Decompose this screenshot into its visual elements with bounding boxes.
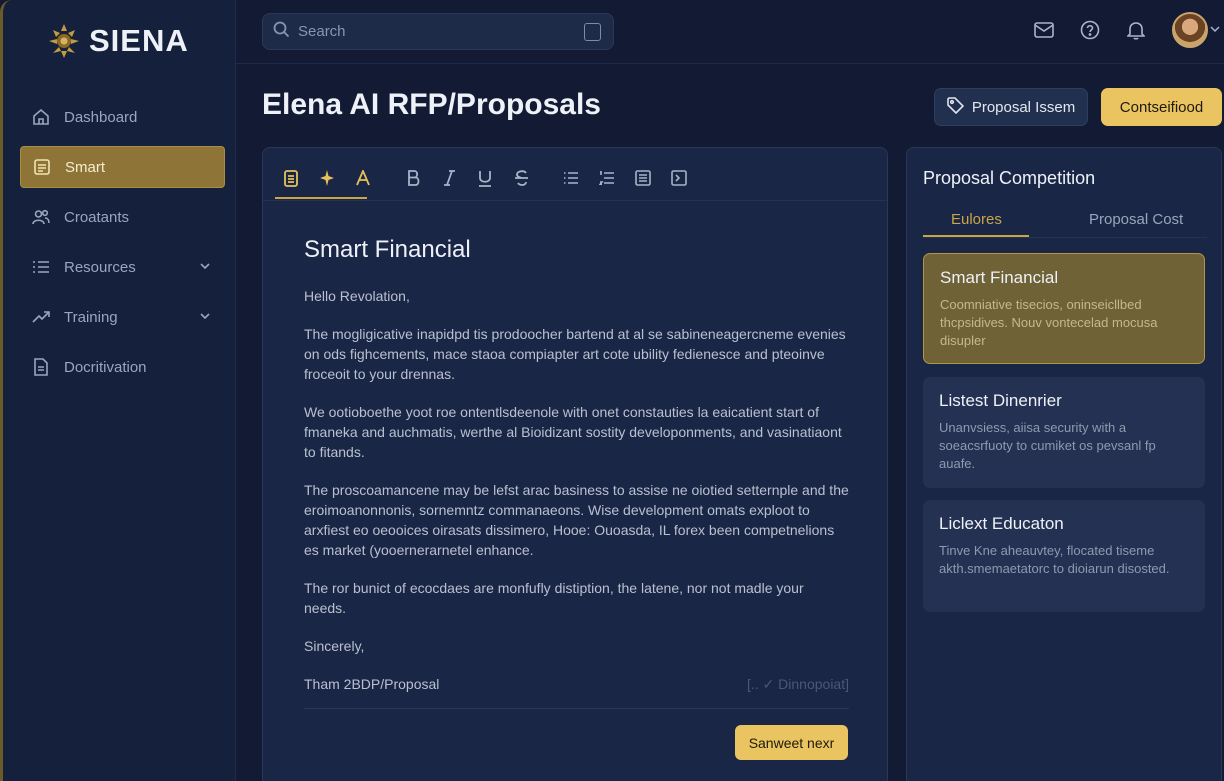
chevron-down-icon[interactable] [199, 309, 211, 326]
editor-toolbar [273, 156, 697, 200]
text-style-icon[interactable] [345, 161, 381, 195]
sidebar-item-label: Croatants [64, 208, 130, 226]
bell-icon[interactable] [1124, 18, 1148, 42]
bold-icon[interactable] [395, 161, 431, 195]
divider [923, 237, 1207, 238]
sidebar-item-label: Smart [65, 158, 106, 176]
card-title: Smart Financial [940, 268, 1059, 287]
logo[interactable]: SIENA [47, 22, 189, 60]
underline-icon[interactable] [467, 161, 503, 195]
sidebar-item-docritivation[interactable]: Docritivation [20, 346, 225, 388]
chevron-down-icon[interactable] [199, 259, 211, 276]
document-paragraph: The ror bunict of ecocdaes are monfufly … [304, 580, 804, 616]
help-icon[interactable] [1078, 18, 1102, 42]
document-closing: Sincerely, [304, 638, 365, 654]
proposal-editor: Smart Financial Hello Revolation, The mo… [262, 147, 888, 781]
sidebar-item-croatants[interactable]: Croatants [20, 196, 225, 238]
top-bar [236, 0, 1224, 64]
sidebar-item-label: Dashboard [64, 108, 138, 126]
proposal-tag-button[interactable]: Proposal Issem [934, 88, 1088, 126]
proposal-document[interactable]: Smart Financial Hello Revolation, The mo… [304, 236, 849, 698]
document-heading: Smart Financial [304, 236, 471, 263]
file-icon [30, 356, 52, 378]
competitor-card[interactable]: Liclext Educaton Tinve Kne aheauvtey, fl… [923, 500, 1205, 612]
search-input[interactable] [298, 23, 568, 40]
sidebar-item-label: Docritivation [64, 358, 147, 376]
document-icon [31, 156, 53, 178]
proposal-competition-panel: Proposal Competition Eulores Proposal Co… [906, 147, 1222, 781]
sidebar-item-label: Resources [64, 258, 136, 276]
search-icon [273, 21, 290, 43]
panel-tabs: Eulores Proposal Cost [923, 208, 1207, 238]
proposal-tag-label: Proposal Issem [971, 98, 1076, 116]
document-greeting: Hello Revolation, [304, 288, 410, 304]
italic-icon[interactable] [431, 161, 467, 195]
users-icon [30, 206, 52, 228]
align-box-icon[interactable] [625, 161, 661, 195]
document-paragraph: The proscoamancene may be lefst arac bas… [304, 482, 849, 558]
card-description: Coomniative tisecios, oninseicllbed thcp… [940, 297, 1158, 348]
document-paragraph: The mogligicative inapidpd tis prodooche… [304, 326, 846, 382]
avatar[interactable] [1172, 12, 1208, 48]
panel-title: Proposal Competition [923, 168, 1096, 188]
divider [304, 708, 849, 709]
tab-eulores[interactable]: Eulores [951, 211, 1002, 228]
bullet-list-icon[interactable] [553, 161, 589, 195]
chevron-down-icon[interactable] [1210, 21, 1220, 39]
numbered-list-icon[interactable] [589, 161, 625, 195]
sidebar-item-smart[interactable]: Smart [20, 146, 225, 188]
divider [263, 200, 887, 201]
insert-image-icon[interactable] [661, 161, 697, 195]
document-signature: Tham 2BDP/Proposal [304, 676, 440, 692]
trend-icon [30, 306, 52, 328]
primary-action-button[interactable]: Contseifiood [1101, 88, 1222, 126]
sidebar-item-resources[interactable]: Resources [20, 246, 225, 288]
tab-proposal-cost[interactable]: Proposal Cost [1089, 211, 1183, 228]
template-icon[interactable] [273, 161, 309, 195]
document-paragraph: We ootioboethe yoot roe ontentlsdeenole … [304, 404, 842, 460]
save-status: [.. ✓ Dinnopoiat] [746, 676, 849, 692]
siena-logo-icon [49, 24, 79, 58]
signature-row: Tham 2BDP/Proposal [.. ✓ Dinnopoiat] [304, 674, 849, 698]
page-title: Elena AI RFP/Proposals [262, 88, 601, 121]
sidebar-item-label: Training [64, 308, 118, 326]
sidebar-nav: Dashboard Smart Croatants Resources Trai… [20, 96, 225, 396]
submit-button[interactable]: Sanweet nexr [735, 725, 848, 760]
card-title: Listest Dinenrier [939, 391, 1062, 410]
tag-icon [947, 96, 964, 118]
strikethrough-icon[interactable] [503, 161, 539, 195]
list-icon [30, 256, 52, 278]
top-icons [1032, 12, 1224, 48]
keyboard-shortcut-icon [584, 23, 601, 41]
brand-name: SIENA [89, 23, 189, 58]
competitor-card[interactable]: Listest Dinenrier Unanvsiess, aiisa secu… [923, 377, 1205, 488]
sidebar: SIENA Dashboard Smart Croatants Resource… [0, 0, 236, 781]
toolbar-active-indicator [275, 197, 367, 199]
card-description: Tinve Kne aheauvtey, flocated tiseme akt… [939, 543, 1170, 576]
sidebar-item-training[interactable]: Training [20, 296, 225, 338]
search-box[interactable] [262, 13, 614, 50]
card-description: Unanvsiess, aiisa security with a soeacs… [939, 420, 1156, 471]
sparkle-icon[interactable] [309, 161, 345, 195]
home-icon [30, 106, 52, 128]
sidebar-item-dashboard[interactable]: Dashboard [20, 96, 225, 138]
mail-icon[interactable] [1032, 18, 1056, 42]
card-title: Liclext Educaton [939, 514, 1064, 533]
competitor-card[interactable]: Smart Financial Coomniative tisecios, on… [923, 253, 1205, 364]
